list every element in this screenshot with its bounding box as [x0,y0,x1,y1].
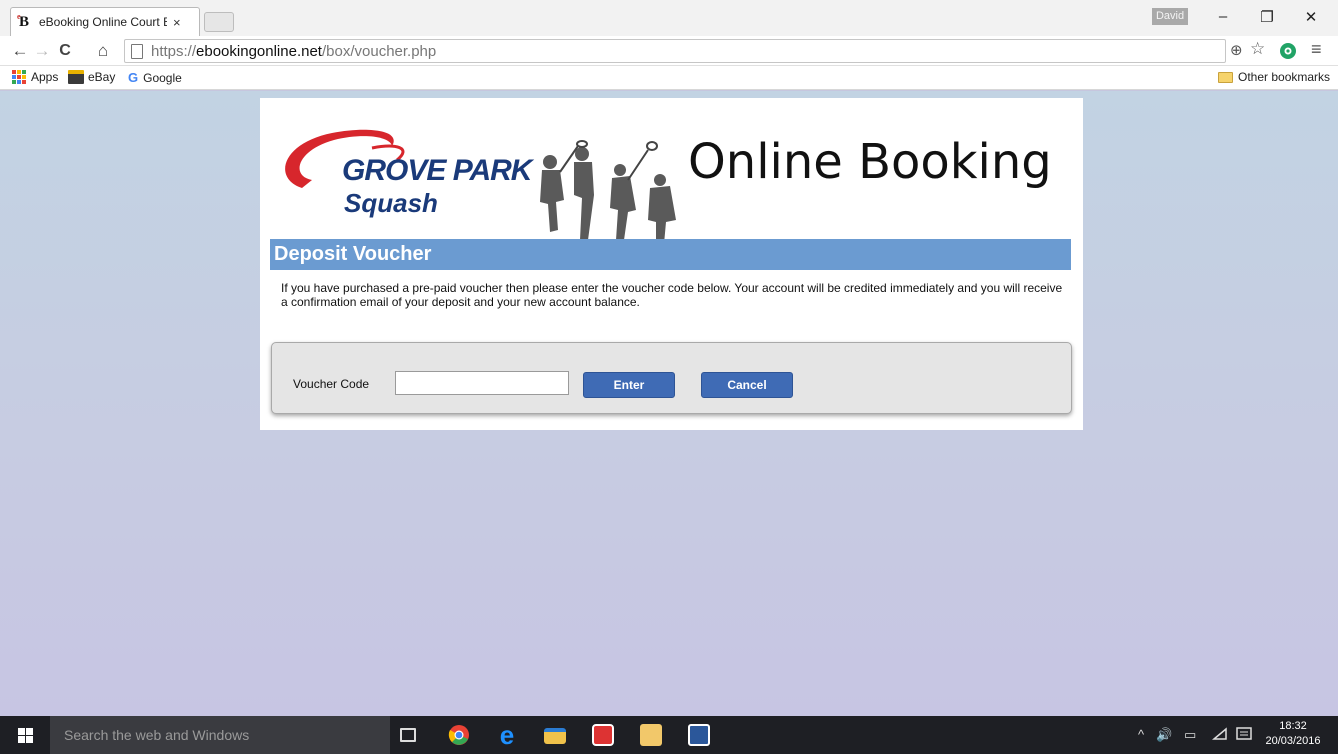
page-viewport: GROVE PARK Squash Online Booking Deposit… [0,91,1338,716]
browser-titlebar: eB eBooking Online Court Bo × David – ❐ … [0,0,1338,36]
tray-chevron-icon[interactable]: ^ [1138,727,1144,742]
ebooking-favicon-icon: eB [17,12,30,30]
page-heading: Online Booking [688,134,1052,190]
restore-icon[interactable]: ❐ [1252,8,1282,26]
power-app-icon[interactable] [592,724,614,746]
clock-time: 18:32 [1279,720,1307,732]
zoom-icon[interactable]: ⊕ [1230,41,1243,59]
battery-icon[interactable]: ▭ [1184,727,1196,743]
voucher-code-label: Voucher Code [293,377,370,391]
clock-date: 20/03/2016 [1265,735,1321,747]
wifi-icon[interactable] [1211,727,1228,744]
bookmark-ebay[interactable]: eBay [68,70,115,84]
extension-icon[interactable] [1279,42,1297,64]
squash-players-image [540,140,676,244]
url-text: https://ebookingonline.net/box/voucher.p… [151,42,437,60]
windows-taskbar: Search the web and Windows e ^ 🔊 ▭ 18:32… [0,716,1338,754]
voucher-code-input[interactable] [395,371,569,395]
enter-button[interactable]: Enter [583,372,675,398]
browser-toolbar: ← → C ⌂ https://ebookingonline.net/box/v… [0,36,1338,66]
task-view-icon[interactable] [400,728,416,742]
other-bookmarks[interactable]: Other bookmarks [1218,70,1330,84]
browser-menu-icon[interactable]: ≡ [1311,39,1322,60]
windows-logo-icon [17,727,33,743]
voucher-form: Voucher Code Enter Cancel [271,342,1072,414]
google-g-icon: G [128,70,139,85]
system-clock[interactable]: 18:32 20/03/2016 [1262,719,1324,749]
chrome-icon[interactable] [448,724,470,746]
logo-text-grove-park: GROVE PARK [342,154,532,187]
tab-close-icon[interactable]: × [173,15,181,30]
word-app-icon[interactable] [688,724,710,746]
photos-app-icon[interactable] [640,724,662,746]
bookmark-star-icon[interactable]: ☆ [1250,39,1265,59]
logo-text-squash: Squash [344,188,438,218]
start-button[interactable] [0,716,50,754]
page-icon [131,43,143,59]
address-bar[interactable]: https://ebookingonline.net/box/voucher.p… [124,39,1226,63]
tab-title: eBooking Online Court Bo [39,15,167,29]
file-explorer-icon[interactable] [544,728,566,744]
content-card: GROVE PARK Squash Online Booking Deposit… [260,98,1083,430]
taskbar-search-box[interactable]: Search the web and Windows [50,716,390,754]
ebay-bag-icon [68,70,84,84]
bookmarks-bar: Apps eBay G Google Other bookmarks [0,66,1338,90]
volume-icon[interactable]: 🔊 [1156,727,1172,743]
close-window-icon[interactable]: ✕ [1296,8,1326,26]
minimize-icon[interactable]: – [1208,8,1238,25]
back-arrow-icon[interactable]: ← [10,41,30,61]
new-tab-button[interactable] [204,12,234,32]
forward-arrow-icon[interactable]: → [32,41,52,61]
bookmark-google[interactable]: G Google [128,70,182,85]
cancel-button[interactable]: Cancel [701,372,793,398]
apps-grid-icon [12,70,26,84]
grove-park-logo: GROVE PARK Squash [272,118,676,244]
home-icon[interactable]: ⌂ [93,41,113,61]
folder-icon [1218,71,1233,83]
notifications-icon[interactable] [1236,727,1252,744]
section-title-bar: Deposit Voucher [270,239,1071,270]
reload-icon[interactable]: C [55,41,75,61]
intro-text: If you have purchased a pre-paid voucher… [281,281,1063,309]
edge-browser-icon[interactable]: e [496,722,518,748]
bookmark-apps[interactable]: Apps [12,70,58,84]
browser-tab-active[interactable]: eB eBooking Online Court Bo × [10,7,200,36]
profile-user-badge[interactable]: David [1152,8,1188,25]
